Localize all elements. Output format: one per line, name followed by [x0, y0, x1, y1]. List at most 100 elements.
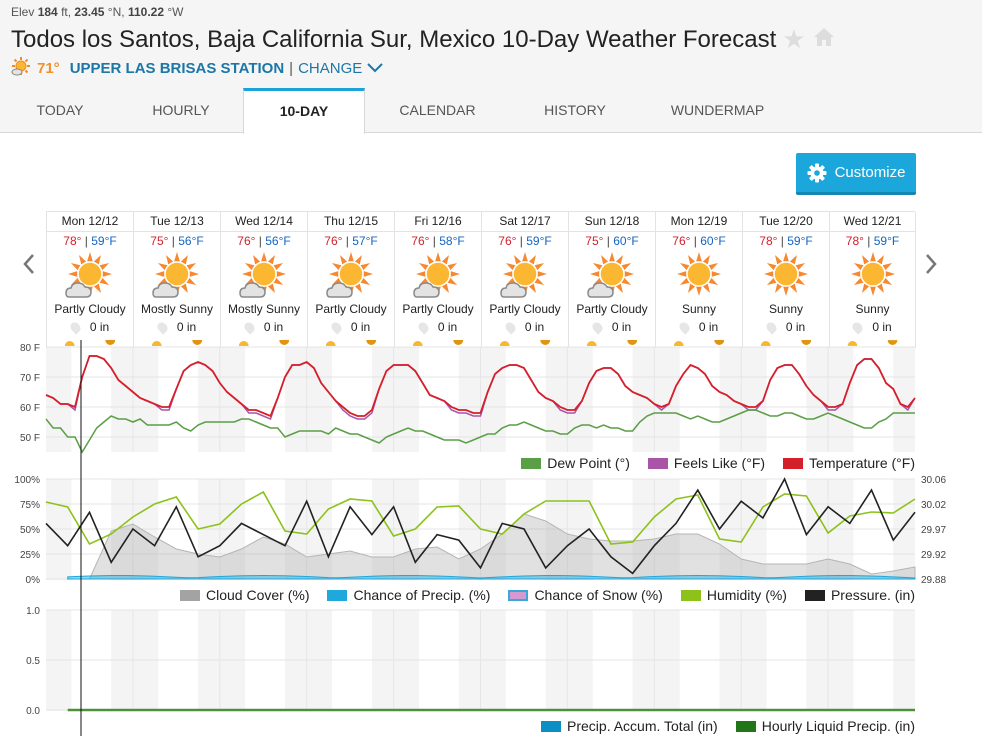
y2-tick-label: 29.92 [921, 550, 946, 561]
legend-precip-accum[interactable]: Precip. Accum. Total (in) [541, 718, 718, 734]
precip-value: 0 in [611, 320, 632, 334]
high-low-temps: 76° | 60°F [656, 234, 742, 248]
current-temperature: 71° [37, 59, 60, 77]
day-column[interactable]: Mon 12/12 78° | 59°F Partly Cloudy 0 in [46, 212, 133, 348]
legend-pressure[interactable]: Pressure. (in) [804, 587, 915, 603]
precip-amount: 0 in [569, 319, 655, 335]
high-low-temps: 78° | 59°F [830, 234, 915, 248]
day-column[interactable]: Mon 12/19 76° | 60°F Sunny 0 in [655, 212, 742, 348]
tab-history[interactable]: HISTORY [510, 88, 640, 133]
next-arrow-icon[interactable] [924, 252, 938, 283]
legend-swatch [508, 589, 529, 601]
sunrise-sunset-markers [412, 340, 464, 346]
y-tick-label: 60 F [20, 403, 40, 414]
raindrop-icon [850, 319, 865, 335]
tab-label: HOURLY [152, 102, 210, 118]
precip-value: 0 in [872, 320, 892, 334]
high-low-temps: 76° | 58°F [395, 234, 481, 248]
day-name: Thu 12/15 [308, 212, 394, 232]
precip-value: 0 in [524, 320, 545, 334]
day-name: Sun 12/18 [569, 212, 655, 232]
temperature-legend: Dew Point (°) Feels Like (°F) Temperatur… [503, 455, 915, 471]
home-icon[interactable] [812, 26, 836, 53]
partly-cloudy-icon [569, 251, 655, 301]
day-column[interactable]: Wed 12/14 76° | 56°F Mostly Sunny 0 in [220, 212, 307, 348]
low-temp: 57°F [352, 234, 378, 248]
high-temp: 78° [759, 234, 778, 248]
temperature-line [45, 355, 916, 418]
legend-humidity[interactable]: Humidity (%) [680, 587, 787, 603]
night-band [632, 610, 680, 711]
condition-text: Mostly Sunny [140, 302, 214, 316]
raindrop-icon [416, 319, 431, 335]
sunrise-sunset-markers [151, 340, 203, 346]
high-temp: 78° [63, 234, 82, 248]
lat-value: 23.45 [74, 5, 105, 19]
temp-separator: | [258, 234, 262, 248]
legend-cloud-cover[interactable]: Cloud Cover (%) [180, 587, 309, 603]
humidity-chart-bg [46, 479, 915, 580]
y-tick-label: 0.0 [26, 706, 40, 717]
tab-today[interactable]: TODAY [0, 88, 120, 133]
legend-chance-precip[interactable]: Chance of Precip. (%) [327, 587, 490, 603]
night-band [458, 479, 506, 580]
day-column[interactable]: Tue 12/13 75° | 56°F Mostly Sunny 0 in [133, 212, 220, 348]
raindrop-icon [329, 319, 344, 335]
sunrise-icon [760, 341, 771, 346]
sunset-icon [887, 340, 898, 345]
day-column[interactable]: Sun 12/18 75° | 60°F Partly Cloudy 0 in [568, 212, 655, 348]
legend-label: Cloud Cover (%) [206, 587, 310, 603]
temp-separator: | [345, 234, 349, 248]
raindrop-icon [242, 319, 257, 335]
night-band [545, 610, 593, 711]
tab-label: TODAY [36, 102, 84, 118]
night-band [893, 479, 915, 580]
sunset-icon [453, 340, 464, 345]
change-station-link[interactable]: CHANGE [298, 60, 362, 77]
chevron-down-icon[interactable] [367, 60, 383, 77]
high-temp: 75° [150, 234, 169, 248]
night-band [284, 479, 333, 580]
y-tick-label: 80 F [20, 343, 40, 354]
low-temp: 59°F [873, 234, 900, 248]
night-band [371, 479, 419, 580]
sunrise-sunset-markers [64, 340, 116, 346]
customize-button[interactable]: Customize [796, 153, 916, 195]
sunset-icon [105, 340, 116, 345]
high-temp: 76° [498, 234, 517, 248]
day-column[interactable]: Wed 12/21 78° | 59°F Sunny 0 in [829, 212, 916, 348]
sunrise-sunset-markers [760, 340, 812, 346]
y-tick-label: 100% [14, 475, 40, 486]
precip-amount: 0 in [308, 319, 394, 335]
tab-wundermap[interactable]: WUNDERMAP [640, 88, 795, 133]
precip-amount: 0 in [134, 319, 220, 335]
high-low-temps: 76° | 59°F [482, 234, 568, 248]
legend-dew-point[interactable]: Dew Point (°) [521, 455, 630, 471]
station-name[interactable]: UPPER LAS BRISAS STATION [70, 60, 284, 77]
tab-calendar[interactable]: CALENDAR [365, 88, 510, 133]
tab-hourly[interactable]: HOURLY [120, 88, 242, 133]
legend-label: Precip. Accum. Total (in) [567, 718, 718, 734]
day-column[interactable]: Sat 12/17 76° | 59°F Partly Cloudy 0 in [481, 212, 568, 348]
legend-feels-like[interactable]: Feels Like (°F) [647, 455, 765, 471]
legend-temperature[interactable]: Temperature (°F) [783, 455, 915, 471]
sunrise-icon [64, 341, 75, 346]
night-band [545, 479, 593, 580]
legend-chance-snow[interactable]: Chance of Snow (%) [508, 587, 663, 603]
legend-hourly-liquid[interactable]: Hourly Liquid Precip. (in) [735, 718, 915, 734]
day-column[interactable]: Thu 12/15 76° | 57°F Partly Cloudy 0 in [307, 212, 394, 348]
raindrop-icon [68, 319, 83, 335]
day-column[interactable]: Fri 12/16 76° | 58°F Partly Cloudy 0 in [394, 212, 481, 348]
sunny-icon [830, 251, 915, 301]
tab-10-day[interactable]: 10-DAY [243, 88, 365, 134]
legend-label: Chance of Precip. (%) [353, 587, 491, 603]
y-tick-label: 25% [20, 550, 40, 561]
customize-label: Customize [834, 164, 906, 181]
previous-arrow-icon[interactable] [22, 252, 36, 283]
high-low-temps: 78° | 59°F [743, 234, 829, 248]
partly-cloudy-icon [482, 251, 568, 301]
night-band [806, 347, 854, 452]
favorite-star-icon[interactable]: ★ [782, 24, 805, 55]
day-column[interactable]: Tue 12/20 78° | 59°F Sunny 0 in [742, 212, 829, 348]
cloud-cover-area [67, 513, 916, 580]
